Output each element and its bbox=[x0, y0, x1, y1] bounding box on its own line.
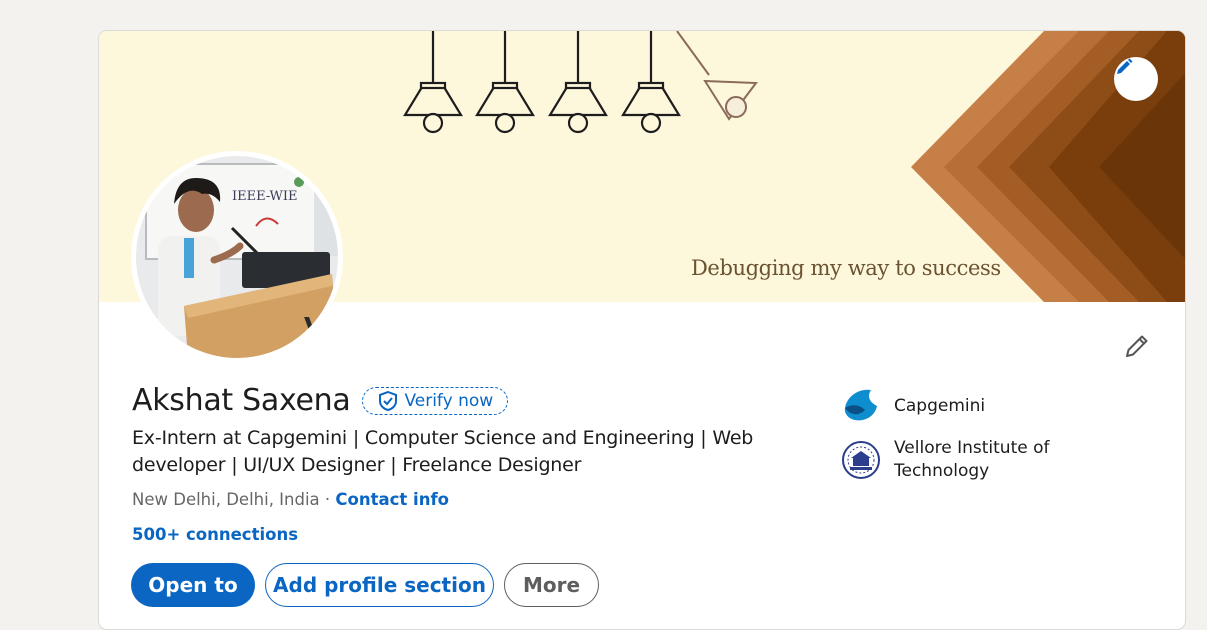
education-school[interactable]: Vellore Institute of Technology bbox=[841, 437, 1074, 483]
open-to-button[interactable]: Open to bbox=[131, 563, 255, 607]
profile-actions: Open to Add profile section More bbox=[131, 563, 599, 607]
verify-now-button[interactable]: Verify now bbox=[362, 386, 509, 415]
add-profile-section-button[interactable]: Add profile section bbox=[265, 563, 494, 607]
name-row: Akshat Saxena Verify now bbox=[132, 383, 509, 418]
school-name: Vellore Institute of Technology bbox=[894, 438, 1050, 481]
banner-tagline: Debugging my way to success bbox=[691, 256, 1001, 280]
edit-banner-button[interactable] bbox=[1114, 57, 1158, 101]
whiteboard-text: IEEE-WIE bbox=[232, 189, 298, 204]
profile-card: Debugging my way to success IEEE-WIE V A… bbox=[98, 30, 1186, 630]
profile-photo[interactable]: IEEE-WIE V bbox=[131, 151, 343, 363]
verified-shield-icon bbox=[379, 390, 398, 411]
current-company[interactable]: Capgemini bbox=[841, 386, 1074, 426]
verify-now-label: Verify now bbox=[404, 390, 494, 411]
pencil-icon bbox=[1126, 335, 1148, 357]
connections-link[interactable]: 500+ connections bbox=[132, 525, 298, 544]
more-button[interactable]: More bbox=[504, 563, 599, 607]
profile-name: Akshat Saxena bbox=[132, 383, 351, 418]
capgemini-logo bbox=[844, 389, 877, 421]
profile-location: New Delhi, Delhi, India bbox=[132, 490, 320, 509]
profile-photo-image: IEEE-WIE V bbox=[136, 156, 338, 358]
svg-text:V: V bbox=[304, 313, 324, 343]
profile-headline: Ex-Intern at Capgemini | Computer Scienc… bbox=[132, 427, 754, 476]
location-separator: · bbox=[319, 490, 336, 509]
vit-logo bbox=[842, 441, 880, 479]
contact-info-link[interactable]: Contact info bbox=[335, 490, 449, 509]
pencil-icon bbox=[1117, 58, 1133, 74]
edit-intro-button[interactable] bbox=[1117, 326, 1157, 366]
company-name: Capgemini bbox=[894, 395, 986, 416]
location-row: New Delhi, Delhi, India · Contact info bbox=[132, 490, 449, 509]
